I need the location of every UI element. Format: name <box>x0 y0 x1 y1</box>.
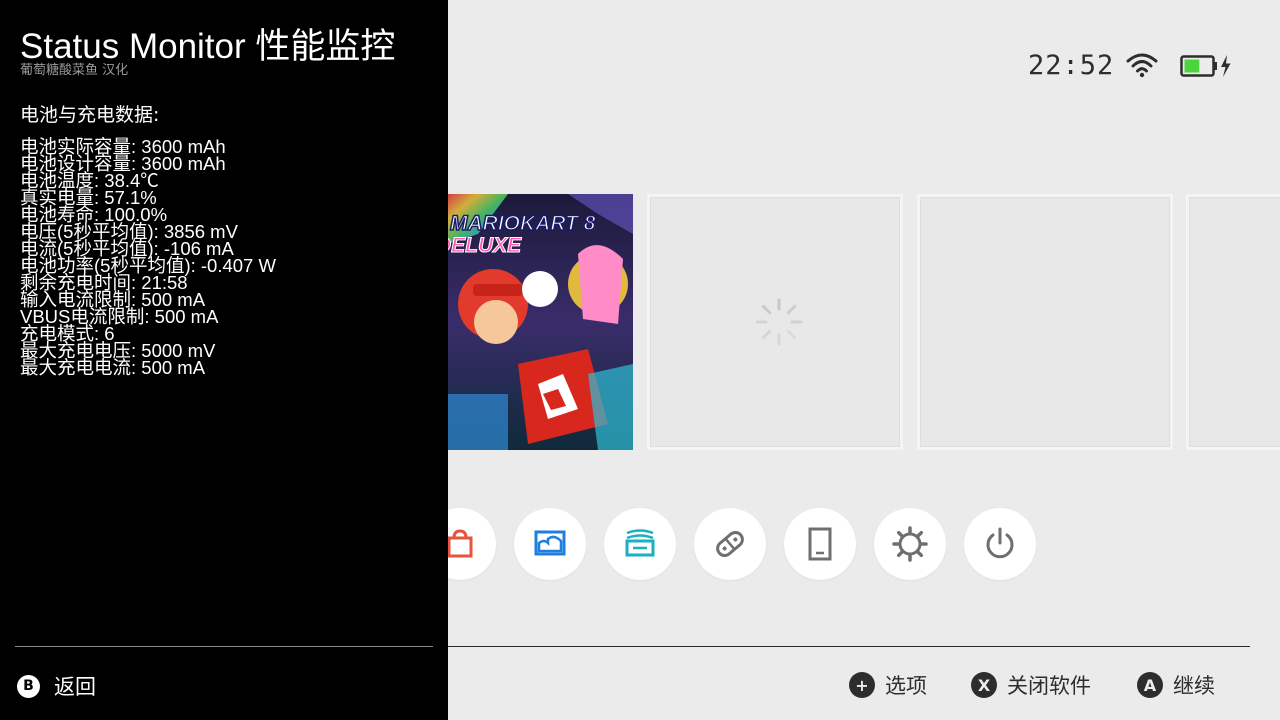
power-icon <box>986 527 1014 559</box>
game-title-line2: DELUXE <box>448 234 522 257</box>
news-icon <box>625 529 655 557</box>
battery-section-title: 电池与充电数据: <box>20 104 160 126</box>
mario-kart-cover-art: MARIOKART 8 DELUXE <box>448 194 633 450</box>
footer-divider <box>448 646 1250 647</box>
a-button-icon: A <box>1137 672 1163 698</box>
power-button[interactable] <box>964 508 1036 580</box>
wifi-icon <box>1126 53 1158 78</box>
news-button[interactable] <box>604 508 676 580</box>
close-software-hint[interactable]: X 关闭软件 <box>971 670 1091 700</box>
overlay-subtitle: 葡萄糖酸菜鱼 汉化 <box>20 63 129 78</box>
back-label: 返回 <box>54 675 96 699</box>
close-software-label: 关闭软件 <box>1007 674 1091 698</box>
continue-label: 继续 <box>1173 674 1215 698</box>
back-hint[interactable]: B 返回 <box>17 671 96 701</box>
plus-button-icon: + <box>849 672 875 698</box>
x-button-icon: X <box>971 672 997 698</box>
game-tile-empty[interactable] <box>1186 194 1280 450</box>
album-icon <box>534 530 566 556</box>
options-label: 选项 <box>885 674 927 698</box>
status-monitor-overlay: Status Monitor 性能监控 葡萄糖酸菜鱼 汉化 电池与充电数据: 电… <box>0 0 448 720</box>
game-title-line1: MARIOKART 8 <box>450 212 596 235</box>
album-button[interactable] <box>514 508 586 580</box>
continue-hint[interactable]: A 继续 <box>1137 670 1215 700</box>
console-button[interactable] <box>784 508 856 580</box>
console-icon <box>808 527 832 561</box>
loading-spinner-icon <box>755 298 803 346</box>
battery-charging-icon <box>1180 55 1231 77</box>
game-tile-loading[interactable] <box>647 194 903 450</box>
b-button-icon: B <box>17 674 40 698</box>
controllers-button[interactable] <box>694 508 766 580</box>
system-settings-button[interactable] <box>874 508 946 580</box>
clock: 22:52 <box>1028 50 1115 81</box>
game-tile-empty[interactable] <box>917 194 1173 450</box>
battery-stats-list: 电池实际容量: 3600 mAh 电池设计容量: 3600 mAh 电池温度: … <box>20 137 276 378</box>
controllers-icon <box>716 531 744 557</box>
options-hint[interactable]: + 选项 <box>849 670 927 700</box>
stat-max-charge-current: 最大充电电流: 500 mA <box>20 357 206 378</box>
settings-icon <box>892 526 928 562</box>
overlay-footer-divider <box>15 646 433 647</box>
game-tile-mario-kart[interactable]: MARIOKART 8 DELUXE <box>448 194 633 450</box>
